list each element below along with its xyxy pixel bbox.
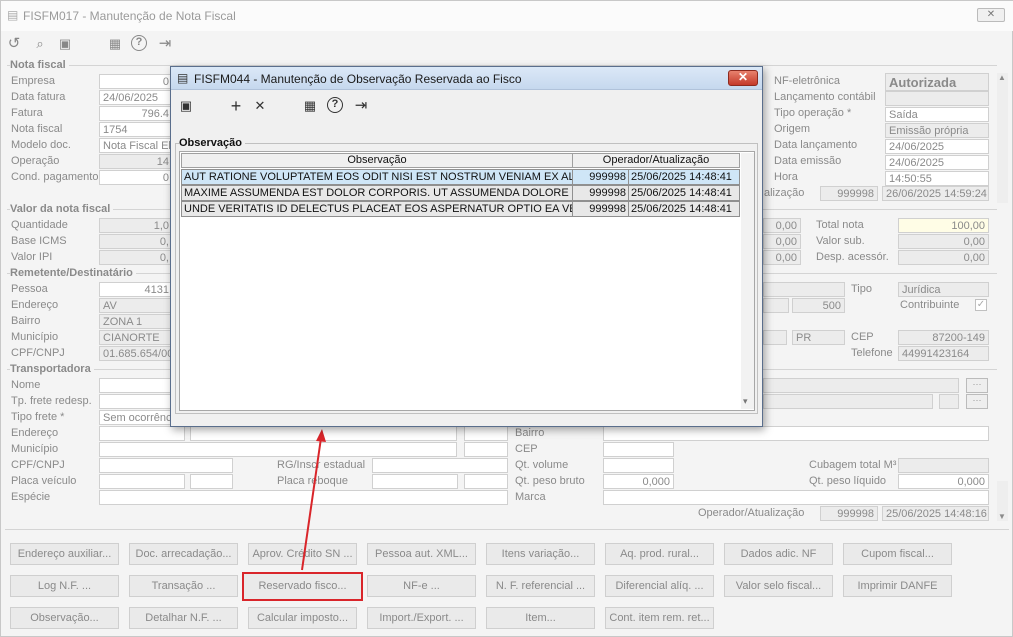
observacao-grid[interactable]: Observação Operador/Atualização AUT RATI… xyxy=(179,151,755,411)
dialog-close-button[interactable]: ✕ xyxy=(728,70,758,86)
grid-scrollbar[interactable]: ▾ xyxy=(741,153,754,409)
remove-icon[interactable]: ✕ xyxy=(251,97,269,115)
table-row-obs[interactable]: MAXIME ASSUMENDA EST DOLOR CORPORIS. UT … xyxy=(181,185,573,201)
chevron-down-icon[interactable]: ▾ xyxy=(743,396,748,407)
table-row-dt[interactable]: 25/06/2025 14:48:41 xyxy=(628,185,740,201)
table-row-dt[interactable]: 25/06/2025 14:48:41 xyxy=(628,169,740,185)
document-icon: ▤ xyxy=(177,71,189,85)
save-icon[interactable]: ▣ xyxy=(177,97,195,115)
add-icon[interactable]: + xyxy=(227,97,245,115)
exit-icon[interactable]: ⇥ xyxy=(352,97,370,115)
table-row-op[interactable]: 999998 xyxy=(572,201,629,217)
table-row-obs[interactable]: AUT RATIONE VOLUPTATEM EOS ODIT NISI EST… xyxy=(181,169,573,185)
calendar-icon[interactable]: ▦ xyxy=(301,97,319,115)
table-row-op[interactable]: 999998 xyxy=(572,185,629,201)
dialog-title: FISFM044 - Manutenção de Observação Rese… xyxy=(194,72,522,86)
observacao-dialog: ▤ FISFM044 - Manutenção de Observação Re… xyxy=(170,66,763,427)
table-row-obs[interactable]: UNDE VERITATIS ID DELECTUS PLACEAT EOS A… xyxy=(181,201,573,217)
col-header-operador[interactable]: Operador/Atualização xyxy=(572,153,740,168)
col-header-observacao[interactable]: Observação xyxy=(181,153,573,168)
help-icon[interactable]: ? xyxy=(327,97,343,113)
dialog-title-bar: ▤ FISFM044 - Manutenção de Observação Re… xyxy=(171,67,762,90)
group-title: Observação xyxy=(179,137,245,149)
table-row-op[interactable]: 999998 xyxy=(572,169,629,185)
table-row-dt[interactable]: 25/06/2025 14:48:41 xyxy=(628,201,740,217)
